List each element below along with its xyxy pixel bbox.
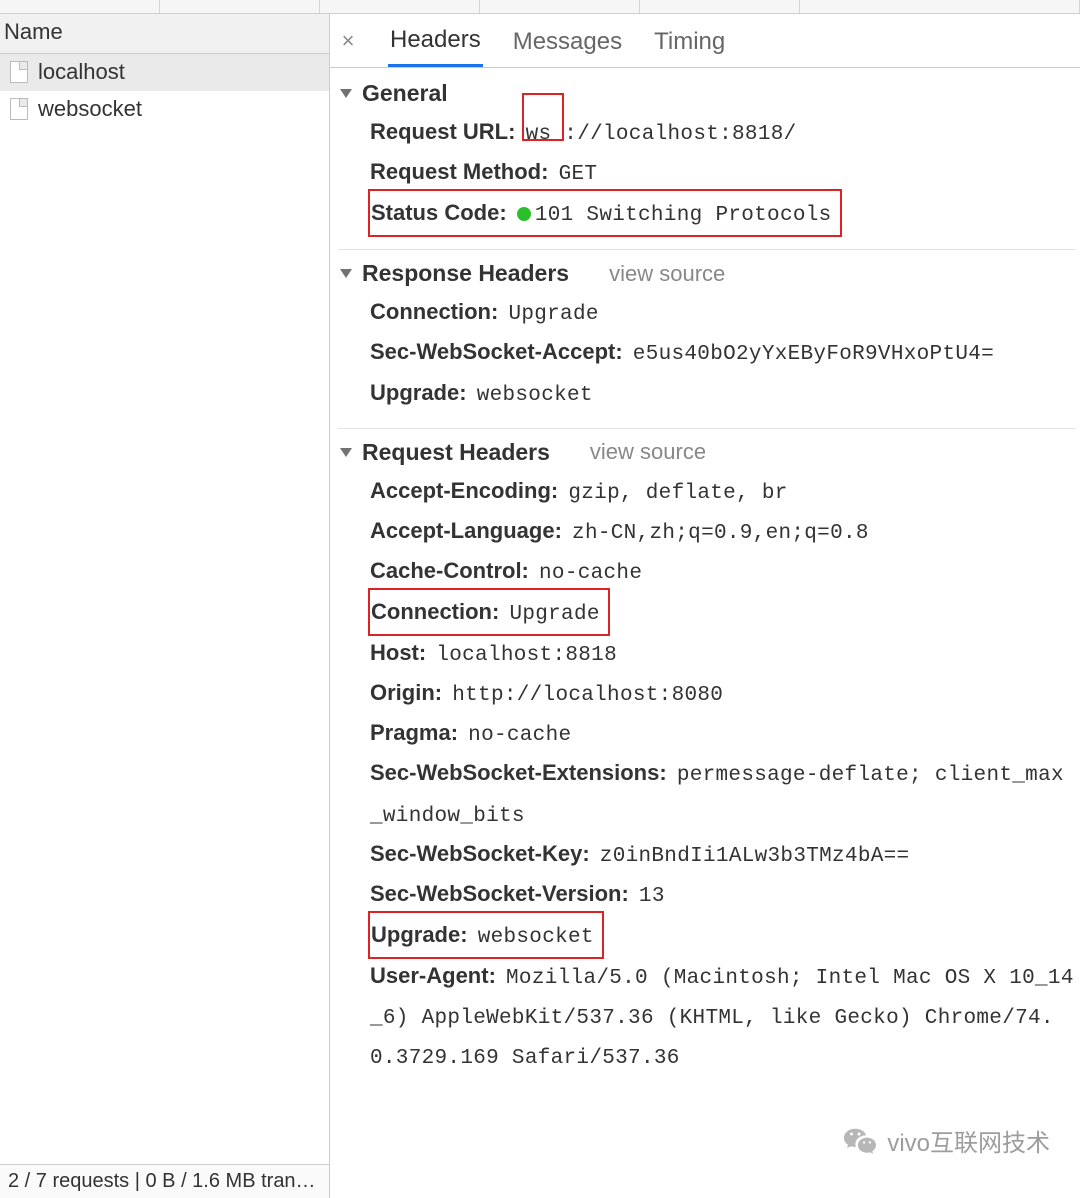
section-title: Response Headers (362, 260, 569, 287)
request-item-localhost[interactable]: localhost (0, 54, 329, 91)
sidebar-title: Name (4, 19, 63, 44)
headers-content: General Request URL: ws ://localhost:881… (330, 68, 1080, 1198)
tab-messages[interactable]: Messages (511, 16, 624, 66)
divider (338, 249, 1076, 250)
chevron-down-icon[interactable] (340, 89, 352, 98)
sidebar-header: Name (0, 14, 329, 54)
kv-user-agent: User-Agent: Mozilla/5.0 (Macintosh; Inte… (370, 957, 1076, 1077)
section-title: Request Headers (362, 439, 550, 466)
kv-accept-encoding: Accept-Encoding: gzip, deflate, br (370, 472, 1076, 512)
kv-upgrade: Upgrade: websocket (370, 374, 1076, 414)
request-item-label: localhost (38, 59, 125, 85)
kv-sec-ws-ext: Sec-WebSocket-Extensions: permessage-def… (370, 754, 1076, 834)
status-bar: 2 / 7 requests | 0 B / 1.6 MB tran… (0, 1164, 329, 1198)
watermark-text: vivo互联网技术 (887, 1123, 1050, 1158)
section-response-headers[interactable]: Response Headers view source (338, 254, 1076, 289)
chevron-down-icon[interactable] (340, 448, 352, 457)
response-headers-list: Connection: Upgrade Sec-WebSocket-Accept… (338, 289, 1076, 423)
kv-pragma: Pragma: no-cache (370, 714, 1076, 754)
highlight-box: Upgrade: websocket (368, 911, 604, 959)
general-list: Request URL: ws ://localhost:8818/ Reque… (338, 109, 1076, 245)
view-source-link[interactable]: view source (609, 261, 725, 287)
section-general-header[interactable]: General (338, 74, 1076, 109)
kv-sec-ws-ver: Sec-WebSocket-Version: 13 (370, 875, 1076, 915)
request-item-label: websocket (38, 96, 142, 122)
kv-origin: Origin: http://localhost:8080 (370, 674, 1076, 714)
file-icon (10, 98, 28, 120)
kv-request-url: Request URL: ws ://localhost:8818/ (370, 113, 1076, 153)
tab-timing[interactable]: Timing (652, 16, 727, 66)
kv-connection: Connection: Upgrade (370, 293, 1076, 333)
details-pane: × Headers Messages Timing General Reques… (330, 14, 1080, 1198)
file-icon (10, 61, 28, 83)
kv-request-method: Request Method: GET (370, 153, 1076, 193)
request-list-sidebar: Name localhost websocket 2 / 7 requests … (0, 14, 330, 1198)
tab-headers[interactable]: Headers (388, 14, 483, 67)
divider (338, 428, 1076, 429)
close-icon[interactable]: × (336, 28, 360, 54)
request-headers-list: Accept-Encoding: gzip, deflate, br Accep… (338, 468, 1076, 1088)
section-title: General (362, 80, 448, 107)
kv-status-code: Status Code: 101 Switching Protocols (370, 193, 1076, 235)
kv-connection: Connection: Upgrade (370, 592, 1076, 634)
view-source-link[interactable]: view source (590, 439, 706, 465)
kv-host: Host: localhost:8818 (370, 634, 1076, 674)
watermark: vivo互联网技术 (843, 1123, 1050, 1158)
kv-upgrade: Upgrade: websocket (370, 915, 1076, 957)
section-request-headers[interactable]: Request Headers view source (338, 433, 1076, 468)
kv-accept-language: Accept-Language: zh-CN,zh;q=0.9,en;q=0.8 (370, 512, 1076, 552)
status-dot-icon (517, 207, 531, 221)
chevron-down-icon[interactable] (340, 269, 352, 278)
detail-tabs: × Headers Messages Timing (330, 14, 1080, 68)
request-item-websocket[interactable]: websocket (0, 91, 329, 128)
highlight-box: Connection: Upgrade (368, 588, 610, 636)
kv-cache-control: Cache-Control: no-cache (370, 552, 1076, 592)
highlight-box: Status Code: 101 Switching Protocols (368, 189, 842, 237)
kv-sec-ws-key: Sec-WebSocket-Key: z0inBndIi1ALw3b3TMz4b… (370, 835, 1076, 875)
wechat-icon (843, 1126, 877, 1156)
top-column-headers (0, 0, 1080, 14)
request-list: localhost websocket (0, 54, 329, 1164)
kv-sec-ws-accept: Sec-WebSocket-Accept: e5us40bO2yYxEByFoR… (370, 333, 1076, 373)
